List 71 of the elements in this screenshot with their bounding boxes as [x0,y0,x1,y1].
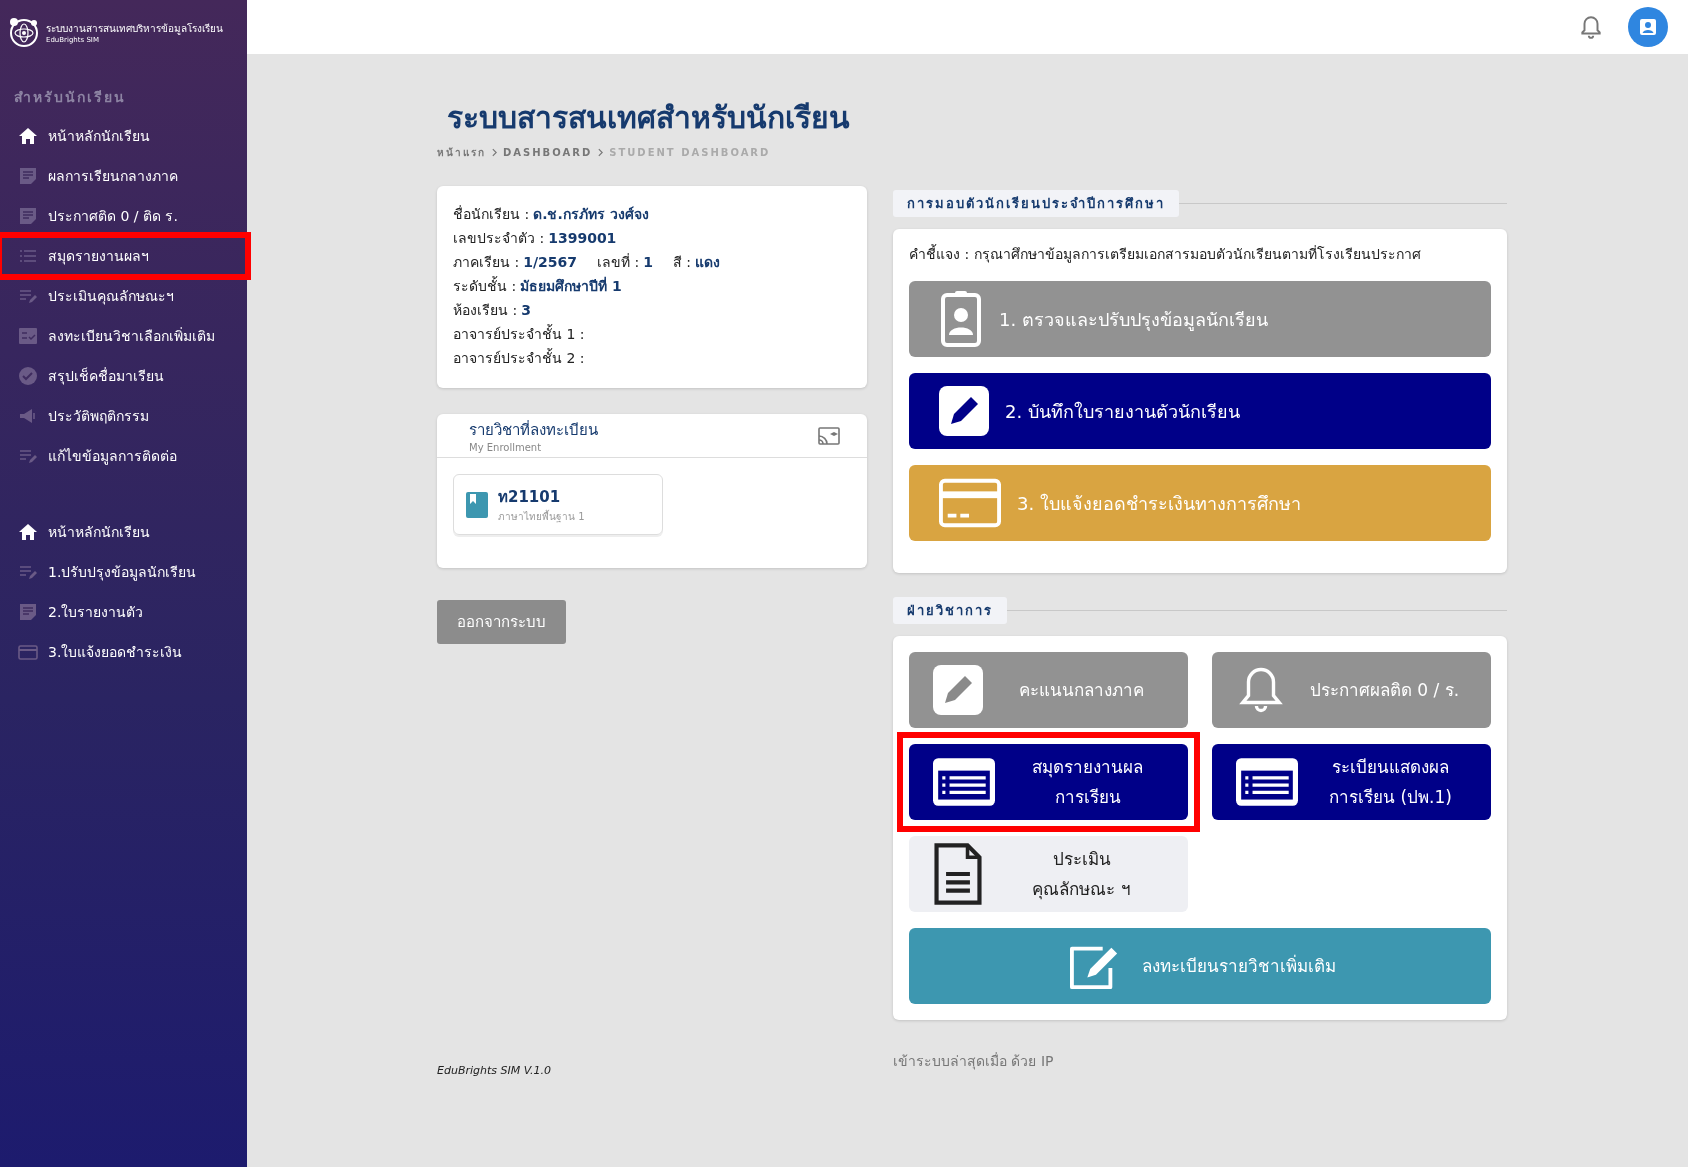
notification-icon[interactable] [1578,14,1604,40]
field-label: สี : [672,254,692,270]
field-value: 1399001 [548,230,617,246]
list-icon [1236,757,1298,807]
course-name: ภาษาไทยพื้นฐาน 1 [498,509,585,524]
sidebar-item[interactable]: สรุปเช็คชื่อมาเรียน [0,356,247,396]
field-value: แดง [695,254,721,270]
field-value: ด.ช.กรภัทร วงศ์จง [533,206,649,222]
action-button[interactable]: สมุดรายงานผล การเรียน [909,744,1188,820]
action-button[interactable]: ประเมิน คุณลักษณะ ฯ [909,836,1188,912]
section-title: การมอบตัวนักเรียนประจำปีการศึกษา [893,190,1179,217]
field-label: อาจารย์ประจำชั้น 2 : [453,350,585,366]
list-icon [933,757,995,807]
course-card[interactable]: ท21101 ภาษาไทยพื้นฐาน 1 [453,474,663,535]
document-icon [933,843,983,905]
field-label: เลขประจำตัว : [453,230,545,246]
last-login-text: เข้าระบบล่าสุดเมื่อ ด้วย IP [893,1051,1055,1072]
field-label: ภาคเรียน : [453,254,520,270]
megaphone-icon [18,406,38,426]
chevron-icon [492,148,497,157]
brand-title: ระบบงานสารสนเทศบริหารข้อมูลโรงเรียน [46,21,223,36]
pencil-icon [933,665,983,715]
page-title: ระบบสารสนเทศสำหรับนักเรียน [447,99,851,137]
sidebar-item[interactable]: หน้าหลักนักเรียน [0,116,247,156]
field-label: ระดับชั้น : [453,278,517,294]
field-value: 1/2567 [523,254,577,270]
field-label: ห้องเรียน : [453,302,518,318]
sidebar-item[interactable]: ประเมินคุณลักษณะฯ [0,276,247,316]
sidebar-item[interactable]: ผลการเรียนกลางภาค [0,156,247,196]
field-value: 1 [643,254,653,270]
avatar-icon[interactable] [1628,7,1668,47]
note-icon [18,206,38,226]
field-label: ชื่อนักเรียน : [453,206,530,222]
sidebar-item[interactable]: ลงทะเบียนวิชาเลือกเพิ่มเติม [0,316,247,356]
enrollment-subtitle: My Enrollment [469,442,543,453]
note-icon [18,166,38,186]
action-button[interactable]: 2. บันทึกใบรายงานตัวนักเรียน [909,373,1491,449]
classroom-icon [817,425,841,446]
note-icon [18,602,38,622]
sidebar-item[interactable]: 1.ปรับปรุงข้อมูลนักเรียน [0,552,247,592]
version-label: EduBrights SIM V.1.0 [437,1064,552,1077]
sidebar-item[interactable]: หน้าหลักนักเรียน [0,512,247,552]
book-icon [466,491,488,518]
field-value: มัธยมศึกษาปีที่ 1 [520,278,622,294]
field-label: เลขที่ : [597,254,640,270]
checklist-icon [18,326,38,346]
sidebar-item[interactable]: 2.ใบรายงานตัว [0,592,247,632]
check-circle-icon [18,366,38,386]
section-title: ฝ่ายวิชาการ [893,597,1007,624]
instruction-text: คำชี้แจง : กรุณาศึกษาข้อมูลการเตรียมเอกสารมอบตัวนักเรียนตามที่โรงเรียนประกาศ [909,243,1422,265]
enrollment-title: รายวิชาที่ลงทะเบียน [469,419,598,441]
card-icon [18,642,38,662]
card-icon [939,478,1001,528]
course-code: ท21101 [498,487,562,508]
breadcrumb-link[interactable]: DASHBOARD [503,147,593,158]
sidebar-item[interactable]: สมุดรายงานผลฯ [0,236,247,276]
sidebar-item[interactable]: ประวัติพฤติกรรม [0,396,247,436]
id-badge-icon [939,291,983,347]
sidebar-heading: สำหรับนักเรียน [13,88,127,107]
action-button[interactable]: ระเบียนแสดงผล การเรียน (ปพ.1) [1212,744,1491,820]
field-value: 3 [521,302,531,318]
field-label: อาจารย์ประจำชั้น 1 : [453,326,585,342]
sidebar-item[interactable]: แก้ไขข้อมูลการติดต่อ [0,436,247,476]
sidebar-item[interactable]: 3.ใบแจ้งยอดชำระเงิน [0,632,247,672]
home-icon [18,126,38,146]
pencil-icon [939,386,989,436]
sidebar-item[interactable]: ประกาศติด 0 / ติด ร. [0,196,247,236]
home-icon [18,522,38,542]
breadcrumb-link[interactable]: หน้าแรก [437,145,486,160]
chevron-icon [598,148,604,157]
logo-icon [8,16,40,48]
